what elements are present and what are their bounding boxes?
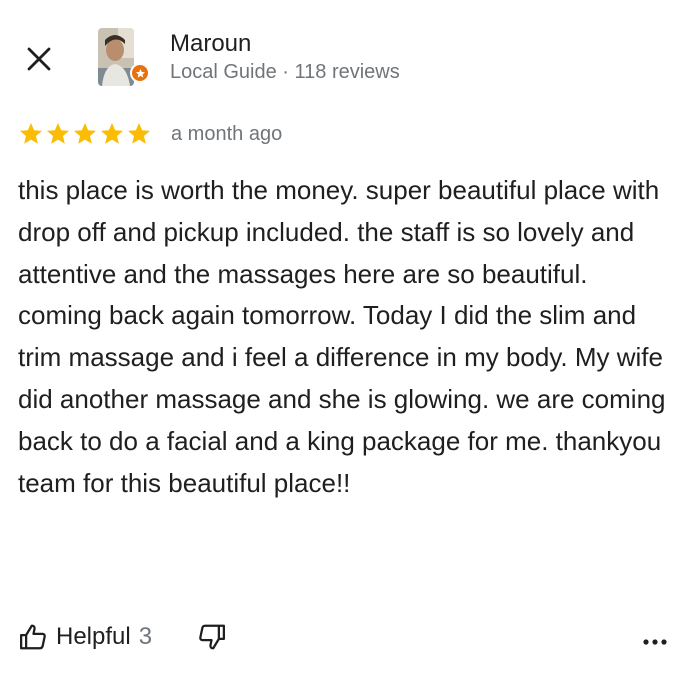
star-icon — [46, 122, 70, 144]
star-icon — [127, 122, 151, 144]
review-text: this place is worth the money. super bea… — [18, 175, 666, 498]
local-guide-badge-icon — [130, 63, 150, 83]
star-icon — [73, 122, 97, 144]
star-icon — [19, 122, 43, 144]
rating-row: a month ago — [18, 121, 282, 147]
thumbs-down-icon — [199, 624, 226, 650]
not-helpful-button[interactable] — [197, 622, 227, 652]
helpful-label: Helpful — [56, 623, 131, 650]
more-options-button[interactable] — [640, 630, 670, 654]
reviewer-name[interactable]: Maroun — [170, 30, 251, 58]
close-button[interactable] — [22, 42, 56, 76]
star-icon — [100, 122, 124, 144]
close-icon — [27, 47, 51, 71]
star-rating — [18, 121, 152, 147]
review-time: a month ago — [171, 122, 283, 145]
thumbs-up-icon — [20, 624, 46, 650]
avatar[interactable] — [98, 28, 134, 86]
helpful-button[interactable]: Helpful 3 — [18, 622, 152, 652]
review-actions: Helpful 3 — [18, 622, 227, 652]
reviewer-avatar-group[interactable] — [98, 28, 150, 86]
reviewer-meta: Local Guide · 118 reviews — [170, 61, 400, 83]
helpful-count: 3 — [138, 623, 153, 650]
more-icon — [643, 639, 667, 645]
